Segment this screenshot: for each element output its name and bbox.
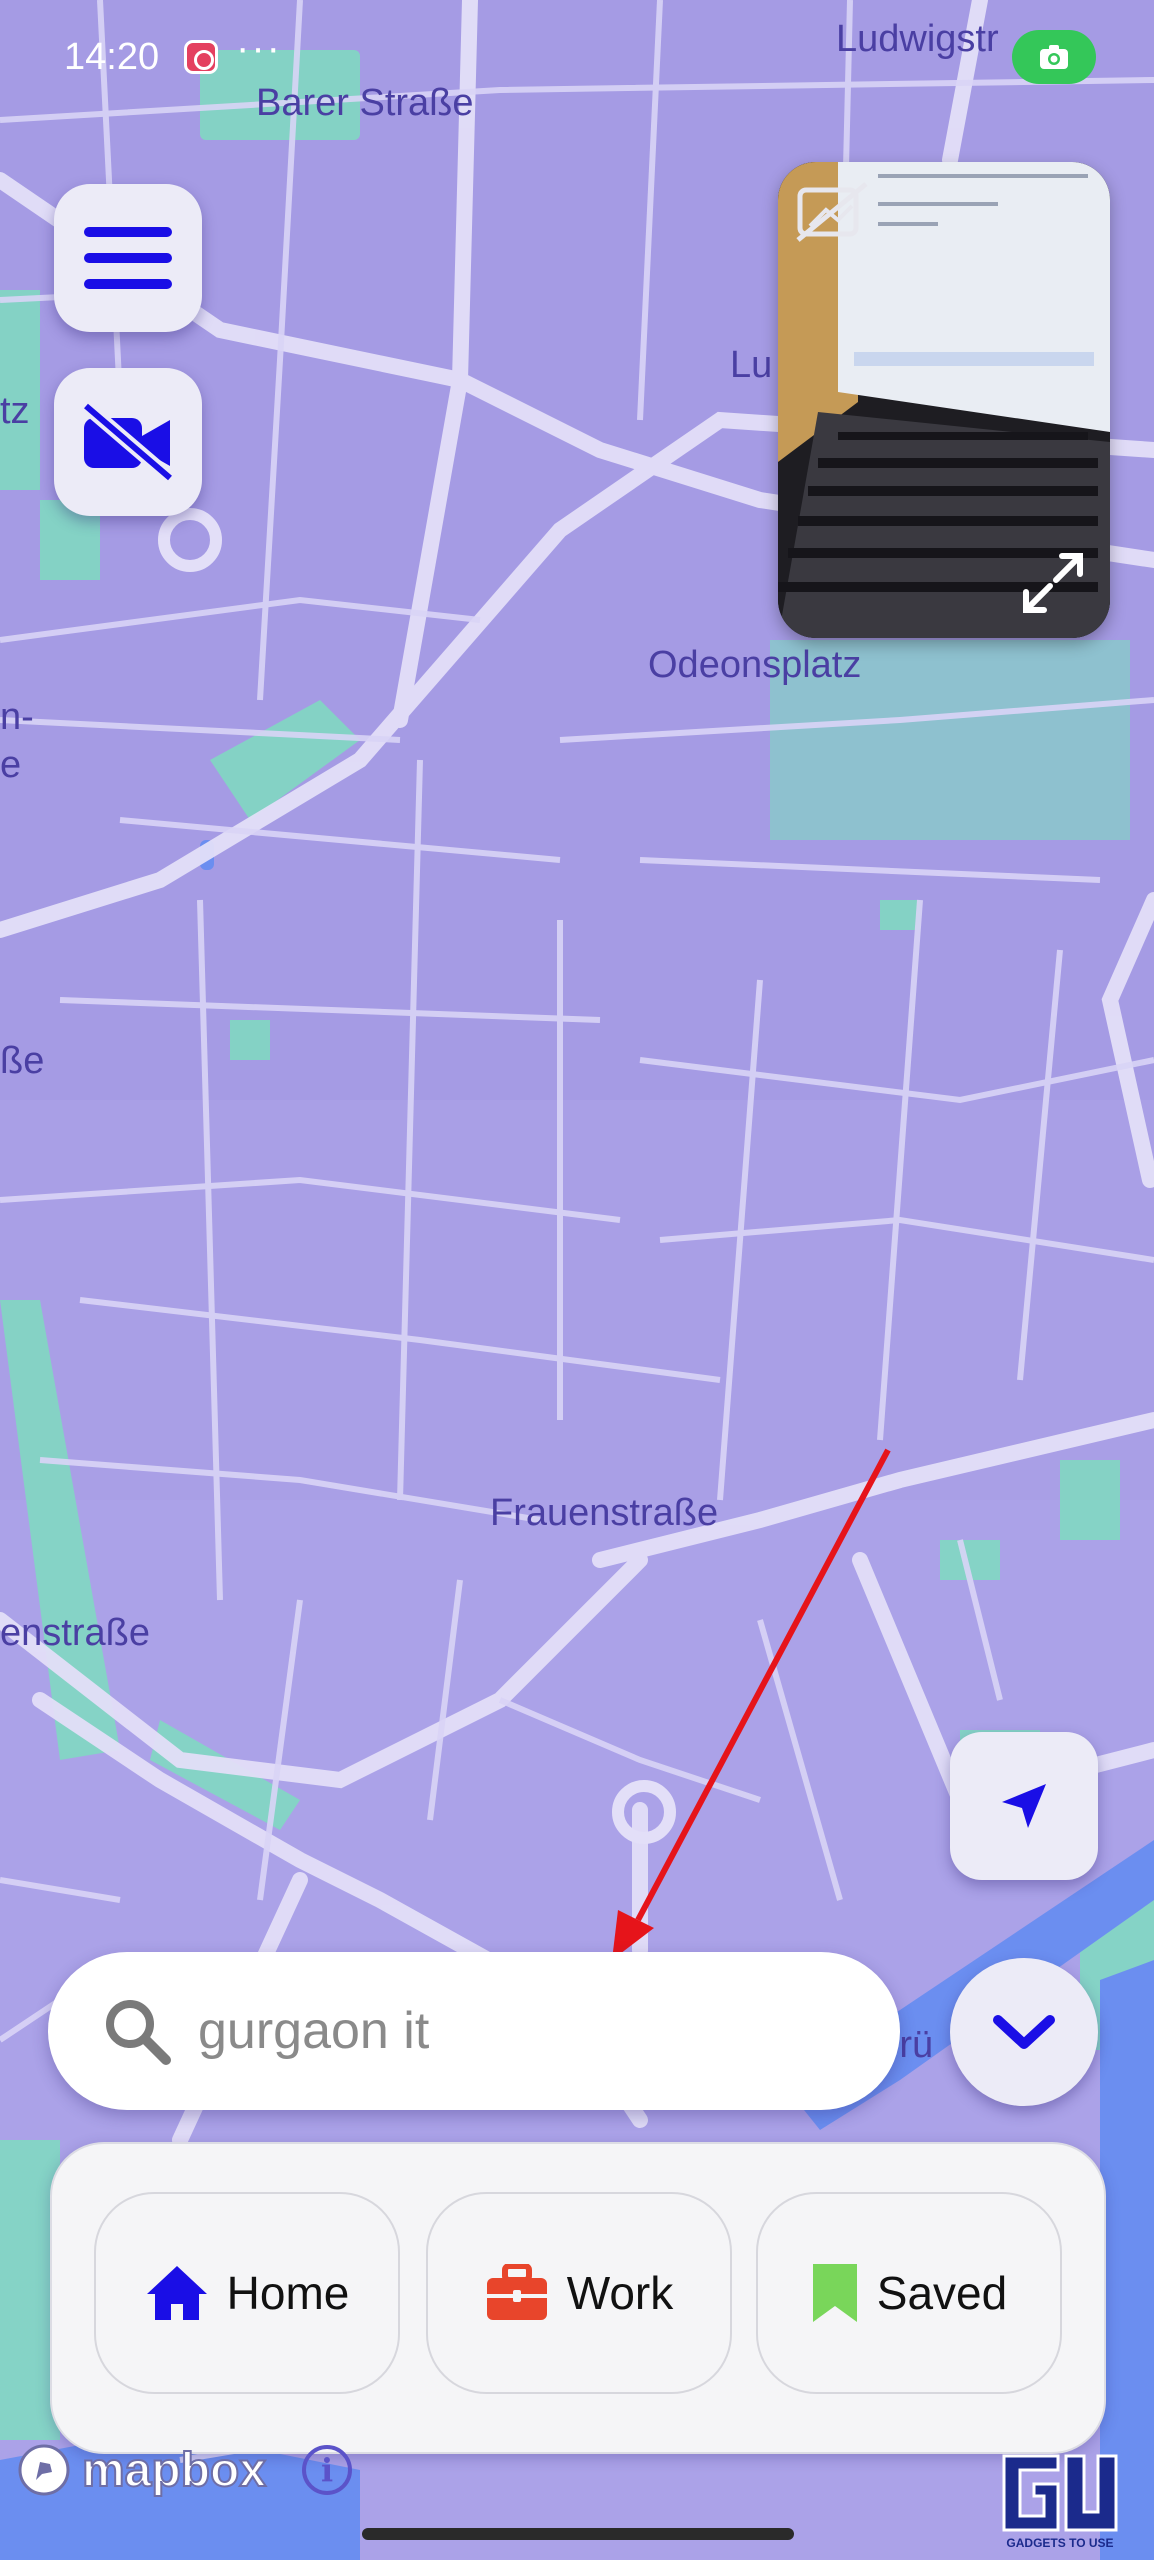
camera-preview[interactable] [778, 162, 1110, 638]
info-icon[interactable]: i [302, 2445, 353, 2495]
map-label-left-tz: tz [0, 390, 30, 432]
shortcut-home-label: Home [226, 2267, 350, 2319]
map-label-left-sse: ße [0, 1040, 45, 1082]
mapbox-wordmark: mapbox [81, 2443, 267, 2498]
hamburger-icon [84, 227, 172, 289]
bookmark-icon [812, 2264, 857, 2322]
camera-icon [1040, 45, 1068, 69]
shortcut-home[interactable]: Home [94, 2192, 400, 2394]
collapse-button[interactable] [950, 1958, 1098, 2106]
mapbox-attribution[interactable]: mapbox i [16, 2442, 353, 2498]
status-overflow: ··· [236, 26, 282, 70]
search-input[interactable]: gurgaon it [48, 1952, 900, 2110]
shortcut-work[interactable]: Work [426, 2192, 732, 2394]
expand-icon[interactable] [1018, 548, 1088, 618]
map-label-frauenstrasse: Frauenstraße [490, 1492, 719, 1534]
map-label-left-n: n- [0, 696, 34, 738]
mapbox-logo-icon [18, 2444, 70, 2496]
camera-in-use-indicator [1012, 30, 1096, 84]
shortcut-saved-label: Saved [876, 2267, 1008, 2319]
map-label-enstrasse: enstraße [0, 1612, 150, 1654]
video-off-icon [81, 402, 175, 482]
home-icon [146, 2266, 207, 2320]
map-label-left-e: e [0, 744, 22, 786]
map-label-barer-strasse: Barer Straße [256, 82, 474, 124]
shortcut-work-label: Work [566, 2267, 674, 2319]
status-time: 14:20 [64, 36, 160, 78]
search-query: gurgaon it [198, 2002, 430, 2060]
watermark-text: GADGETS TO USE [1006, 2536, 1114, 2550]
map-label-odeonsplatz: Odeonsplatz [648, 644, 862, 686]
watermark-logo: GADGETS TO USE [1000, 2450, 1120, 2550]
navigation-arrow-icon [1002, 1784, 1046, 1828]
briefcase-icon [486, 2264, 547, 2320]
shortcut-saved[interactable]: Saved [756, 2192, 1062, 2394]
menu-button[interactable] [54, 184, 202, 332]
search-icon [106, 2000, 171, 2065]
map-label-ludwigstrasse: Ludwigstr [836, 18, 999, 60]
instagram-icon [184, 40, 218, 74]
camera-off-icon[interactable] [794, 180, 874, 244]
shortcuts-panel: Home Work Saved [50, 2142, 1106, 2454]
locate-me-button[interactable] [950, 1732, 1098, 1880]
video-toggle-button[interactable] [54, 368, 202, 516]
map-label-lu: Lu [730, 344, 773, 386]
chevron-down-icon [993, 2015, 1055, 2049]
gadgets-to-use-logo-icon [1002, 2454, 1118, 2532]
home-indicator[interactable] [362, 2528, 794, 2540]
